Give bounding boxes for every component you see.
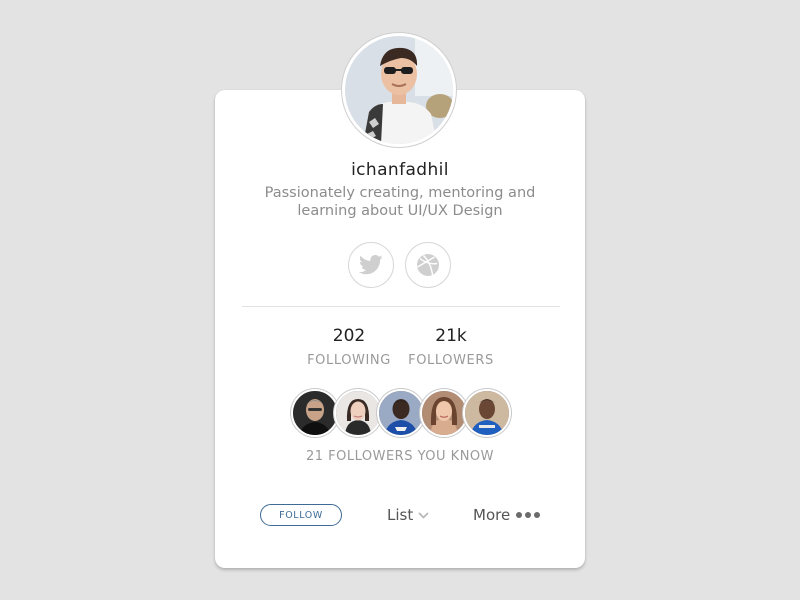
more-dots-icon: [516, 512, 541, 518]
follower-photo-3: [379, 391, 423, 435]
twitter-icon: [359, 255, 383, 275]
more-button[interactable]: More: [473, 505, 541, 525]
dribbble-icon: [417, 254, 439, 276]
follower-avatar-2[interactable]: [334, 389, 382, 437]
following-count: 202: [332, 326, 366, 346]
page: ichanfadhil Passionately creating, mento…: [0, 0, 800, 600]
dribbble-button[interactable]: [405, 242, 451, 288]
bio-line-2: learning about UI/UX Design: [297, 203, 503, 219]
follower-avatar-3[interactable]: [377, 389, 425, 437]
follower-photo-4: [422, 391, 466, 435]
list-dropdown[interactable]: List: [387, 505, 429, 525]
followers-you-know-label: 21 FOLLOWERS YOU KNOW: [305, 449, 495, 464]
divider: [242, 306, 560, 307]
bio-line-1: Passionately creating, mentoring and: [264, 185, 536, 201]
profile-photo: [345, 36, 453, 144]
follower-avatar-4[interactable]: [420, 389, 468, 437]
followers-stat[interactable]: 21k FOLLOWERS: [396, 326, 506, 368]
following-stat[interactable]: 202 FOLLOWING: [294, 326, 404, 368]
twitter-button[interactable]: [348, 242, 394, 288]
followers-count: 21k: [435, 326, 467, 346]
follower-photo-2: [336, 391, 380, 435]
follow-button[interactable]: FOLLOW: [260, 504, 342, 526]
username: ichanfadhil: [351, 160, 449, 180]
profile-avatar[interactable]: [342, 33, 456, 147]
followers-label: FOLLOWERS: [408, 353, 494, 368]
follower-avatar-5[interactable]: [463, 389, 511, 437]
follower-avatar-1[interactable]: [291, 389, 339, 437]
follower-photo-5: [465, 391, 509, 435]
more-label: More: [473, 506, 511, 524]
follower-photo-1: [293, 391, 337, 435]
following-label: FOLLOWING: [307, 353, 391, 368]
list-label: List: [387, 506, 414, 524]
bio: Passionately creating, mentoring and lea…: [250, 184, 550, 220]
chevron-down-icon: [418, 511, 429, 519]
